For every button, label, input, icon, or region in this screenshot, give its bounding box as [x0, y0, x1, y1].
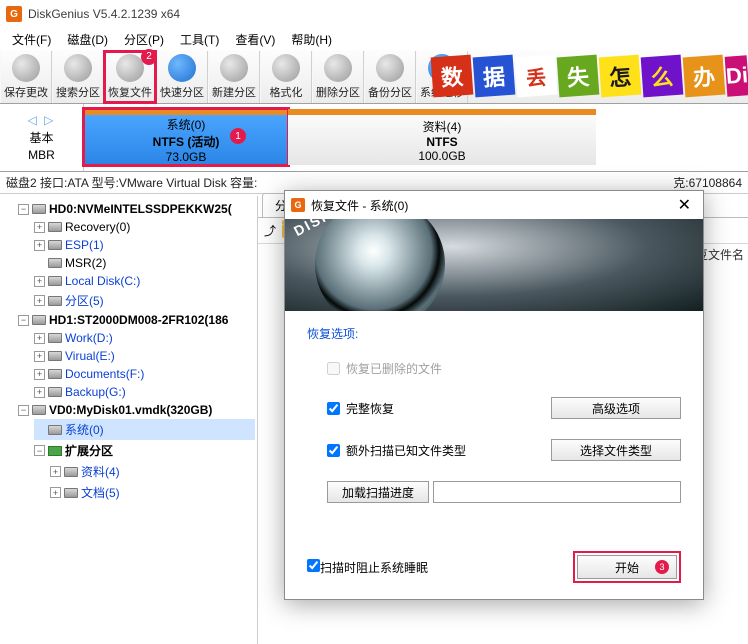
menu-file[interactable]: 文件(F) [6, 29, 57, 50]
tree-item[interactable]: +Work(D:) [34, 329, 255, 347]
tree-disk-hd0[interactable]: −HD0:NVMeINTELSSDPEKKW25( [18, 200, 255, 218]
tree-item[interactable]: +Local Disk(C:) [34, 272, 255, 290]
tree-item[interactable]: +分区(5) [34, 290, 255, 311]
app-icon: G [6, 6, 22, 22]
new-partition-button[interactable]: 新建分区 [208, 51, 260, 103]
toolbar: 保存更改 搜索分区 恢复文件2 快速分区 新建分区 格式化 删除分区 备份分区 … [0, 50, 748, 104]
tree-item[interactable]: +ESP(1) [34, 236, 255, 254]
badge-2: 2 [141, 49, 157, 65]
badge-1: 1 [230, 128, 246, 144]
search-partition-button[interactable]: 搜索分区 [52, 51, 104, 103]
tree-item[interactable]: +Virual(E:) [34, 347, 255, 365]
title-bar: G DiskGenius V5.4.2.1239 x64 [0, 0, 748, 28]
recover-files-button[interactable]: 恢复文件2 [104, 51, 156, 103]
partition-data[interactable]: 资料(4) NTFS 100.0GB [288, 109, 596, 165]
tree-item[interactable]: +文档(5) [50, 482, 255, 503]
scan-progress-input[interactable] [433, 481, 681, 503]
tree-item-selected[interactable]: 系统(0) [34, 419, 255, 440]
full-recovery-checkbox[interactable]: 完整恢复 [327, 400, 394, 417]
tree-item[interactable]: +Documents(F:) [34, 365, 255, 383]
close-icon[interactable]: ✕ [672, 195, 697, 215]
partition-nav: ◁ ▷ 基本 MBR [0, 104, 84, 171]
advanced-options-button[interactable]: 高级选项 [551, 397, 681, 419]
badge-3: 3 [655, 560, 669, 574]
select-file-types-button[interactable]: 选择文件类型 [551, 439, 681, 461]
save-changes-button[interactable]: 保存更改 [0, 51, 52, 103]
dialog-banner: DISKGENIUS [285, 219, 703, 311]
menu-bar: 文件(F) 磁盘(D) 分区(P) 工具(T) 查看(V) 帮助(H) [0, 28, 748, 50]
recover-deleted-checkbox: 恢复已删除的文件 [327, 360, 442, 377]
delete-partition-button[interactable]: 删除分区 [312, 51, 364, 103]
disk-icon [32, 204, 46, 214]
backup-partition-button[interactable]: 备份分区 [364, 51, 416, 103]
recovery-options-label: 恢复选项: [307, 325, 681, 342]
app-title: DiskGenius V5.4.2.1239 x64 [28, 7, 180, 21]
quick-partition-button[interactable]: 快速分区 [156, 51, 208, 103]
dialog-title: 恢复文件 - 系统(0) [311, 197, 408, 214]
dialog-title-bar[interactable]: G 恢复文件 - 系统(0) ✕ [285, 191, 703, 219]
tree-item[interactable]: +资料(4) [50, 461, 255, 482]
prevent-sleep-checkbox[interactable]: 扫描时阻止系统睡眠 [307, 559, 428, 576]
tree-item-extended[interactable]: −扩展分区 [34, 440, 255, 461]
format-button[interactable]: 格式化 [260, 51, 312, 103]
load-scan-progress-button[interactable]: 加载扫描进度 [327, 481, 429, 503]
menu-help[interactable]: 帮助(H) [285, 29, 338, 50]
tree-item[interactable]: +Backup(G:) [34, 383, 255, 401]
tree-disk-hd1[interactable]: −HD1:ST2000DM008-2FR102(186 [18, 311, 255, 329]
menu-tools[interactable]: 工具(T) [174, 29, 225, 50]
menu-partition[interactable]: 分区(P) [118, 29, 170, 50]
menu-disk[interactable]: 磁盘(D) [61, 29, 114, 50]
tree-item[interactable]: +Recovery(0) [34, 218, 255, 236]
promo-banner[interactable]: 数 据 丢 失 怎 么 办 Di [432, 52, 748, 100]
recover-files-dialog: G 恢复文件 - 系统(0) ✕ DISKGENIUS 恢复选项: 恢复已删除的… [284, 190, 704, 600]
tree-item[interactable]: MSR(2) [34, 254, 255, 272]
menu-view[interactable]: 查看(V) [229, 29, 281, 50]
tree-disk-vd0[interactable]: −VD0:MyDisk01.vmdk(320GB) [18, 401, 255, 419]
start-button-highlight: 开始 3 [573, 551, 681, 583]
extra-scan-checkbox[interactable]: 额外扫描已知文件类型 [327, 442, 466, 459]
app-icon: G [291, 198, 305, 212]
up-icon[interactable]: ⤴ [264, 222, 276, 239]
partition-system[interactable]: 系统(0) NTFS (活动) 73.0GB 1 [84, 109, 288, 165]
nav-arrows[interactable]: ◁ ▷ [28, 113, 56, 127]
disk-tree[interactable]: −HD0:NVMeINTELSSDPEKKW25( +Recovery(0) +… [0, 196, 258, 644]
partition-bar: ◁ ▷ 基本 MBR 系统(0) NTFS (活动) 73.0GB 1 资料(4… [0, 104, 748, 172]
